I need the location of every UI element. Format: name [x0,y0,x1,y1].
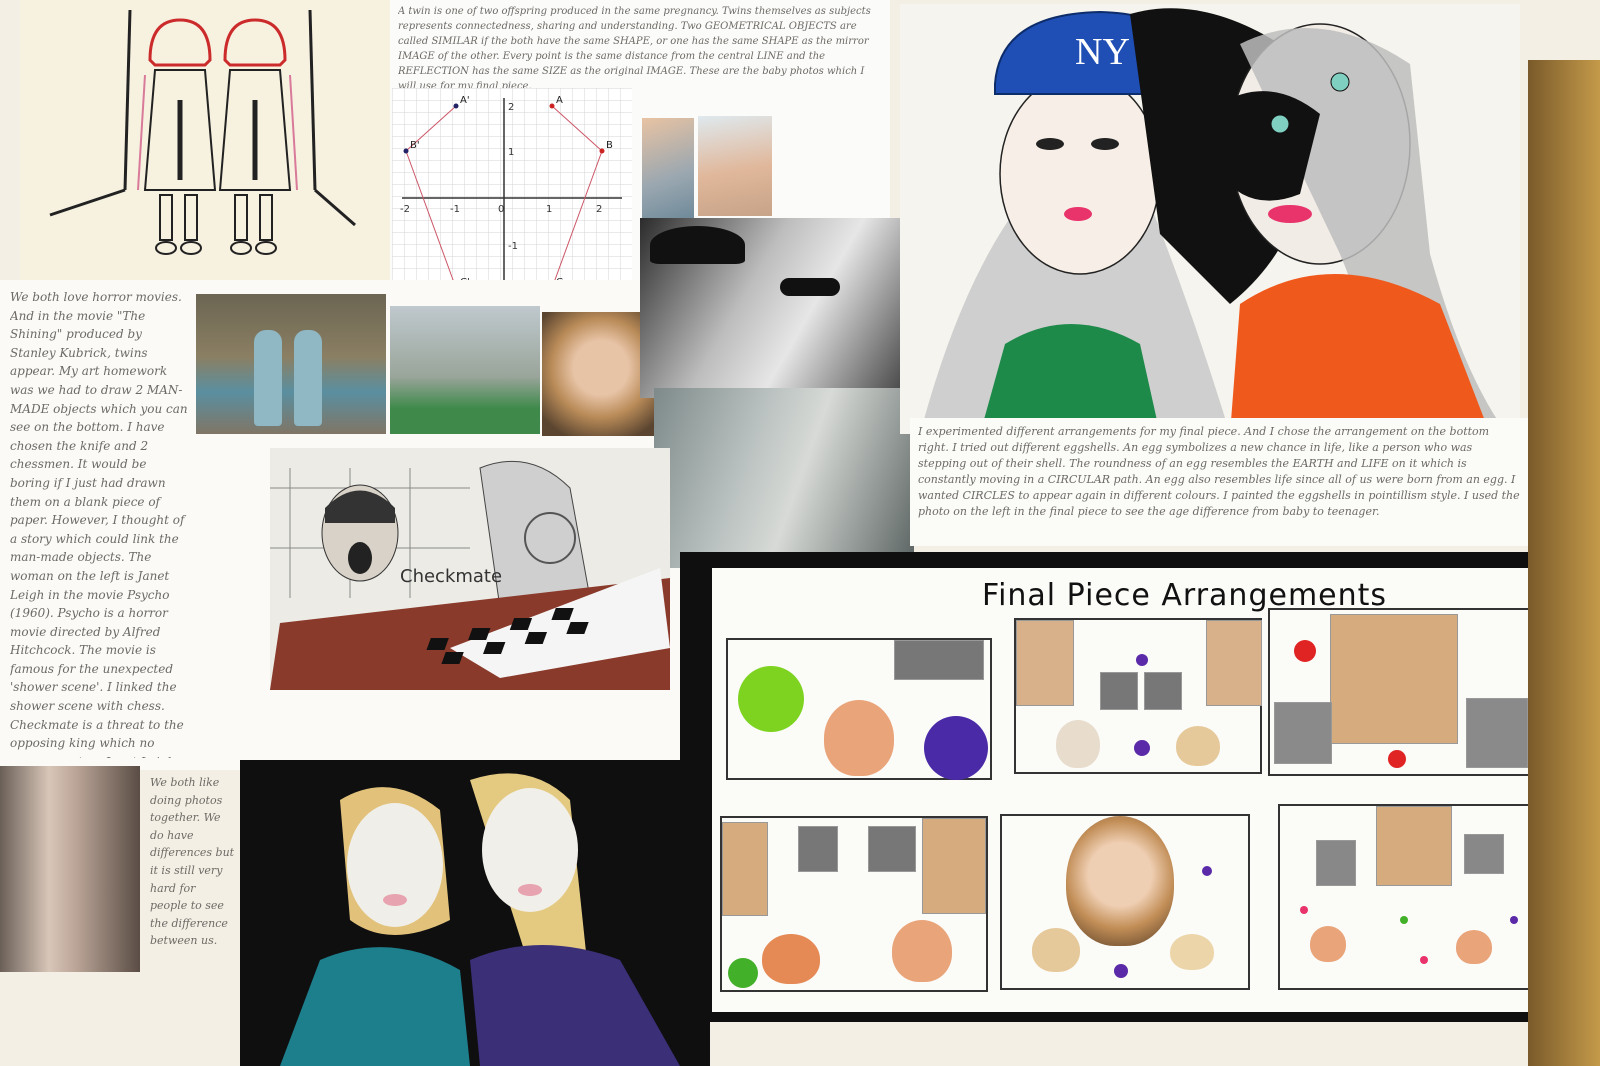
arrangement-frame-6 [1278,804,1544,990]
graph-tick-y: -1 [508,241,518,252]
reflection-graph-svg: -2-101221-1-2ABCA'B'C' [392,88,632,298]
arrangement-text: I experimented different arrangements fo… [918,425,1520,518]
thumb-photo [1316,840,1356,886]
twins-drawing-card [20,0,390,280]
graph-point-label: B' [410,140,420,151]
purple-dot [1202,866,1212,876]
cap-shape [650,226,745,264]
art-collage-board: A twin is one of two offspring produced … [0,0,1600,1066]
thumb-photo [1376,806,1452,886]
green-dot [1400,916,1408,924]
arrangement-text-card: I experimented different arrangements fo… [910,418,1530,546]
graph-tick-x: -2 [400,204,410,215]
graph-point [403,148,409,154]
doing-photos-text: We both like doing photos together. We d… [150,776,235,948]
final-arrangements-card: Final Piece Arrangements [712,568,1562,1012]
eggshell [824,700,894,776]
thumb-photo [922,818,986,914]
eggshell [1032,928,1080,972]
bw-photo-faces [654,388,914,568]
graph-point-label: A [556,95,563,106]
thumb-photo [1016,620,1074,706]
group-photo [390,306,540,434]
checkmate-label: Checkmate [400,566,503,587]
arrangement-frame-5 [1000,814,1250,990]
arrangement-frame-1 [726,638,992,780]
egg-portrait [1066,816,1174,946]
arrangement-frame-3 [1268,608,1542,776]
sunglasses-shape [780,278,840,296]
thumb-photo [868,826,916,872]
thumb-photo [894,640,984,680]
twin-figure [294,330,322,426]
baby-photo-note [630,80,631,81]
graph-tick-x: 1 [546,204,552,215]
eggshell [1456,930,1492,964]
checkmate-drawing: Checkmate [270,448,670,690]
graph-point-label: A' [460,95,470,106]
cap-girls-svg: NY [920,8,1500,434]
thumb-photo [1144,672,1182,710]
doing-photos-card: We both like doing photos together. We d… [0,770,240,1066]
graph-tick-x: 2 [596,204,602,215]
thumb-photo [722,822,768,916]
pink-dot [1420,956,1428,964]
chalk-drawing-svg [280,773,680,1066]
cap-logo-text: NY [1075,31,1130,73]
arrangement-frame-2 [1014,618,1262,774]
thumb-photo [798,826,838,872]
horror-movies-text: We both love horror movies. And in the m… [10,290,188,758]
graph-tick-x: 0 [498,204,504,215]
eggshell [1310,926,1346,962]
cardboard-edge [1528,60,1600,1066]
graph-tick-y: 1 [508,147,514,158]
thumb-photo [1100,672,1138,710]
bw-photo-cap-sunglasses [640,218,910,398]
graph-tick-y: 2 [508,102,514,113]
twins-drawing-svg [49,9,356,255]
thumb-photo [1466,698,1528,768]
reflection-graph-card: -2-101221-1-2ABCA'B'C' [392,88,632,298]
purple-dot [1134,740,1150,756]
thumb-photo [1274,702,1332,764]
eggshell [1056,720,1100,768]
cap-girls-drawing: NY [900,4,1520,434]
graph-point [599,148,605,154]
red-dot [1388,750,1406,768]
green-dot [728,958,758,988]
graph-point-label: B [606,140,613,151]
pink-dot [1300,906,1308,914]
graph-point [453,103,459,109]
eggshell [892,920,952,982]
twin-definition-text: A twin is one of two offspring produced … [398,6,871,90]
twin-figure [254,330,282,426]
purple-dot [1136,654,1148,666]
red-dot [1294,640,1316,662]
purple-dot [1114,964,1128,978]
eggshell [1170,934,1214,970]
baby-photo-right [698,116,772,216]
thumb-photo [1206,620,1262,706]
purple-dot [1510,916,1518,924]
thumb-photo [1464,834,1504,874]
green-circle [738,666,804,732]
graph-tick-x: -1 [450,204,460,215]
chalk-drawing-panel [240,760,710,1066]
thumb-photo [1330,614,1458,744]
baby-photo-left [642,118,694,218]
eggshell [762,934,820,984]
graph-point [549,103,555,109]
purple-circle [924,716,988,780]
shining-twins-photo [196,294,386,434]
arrangement-frame-4 [720,816,988,992]
eggshell [1176,726,1220,766]
